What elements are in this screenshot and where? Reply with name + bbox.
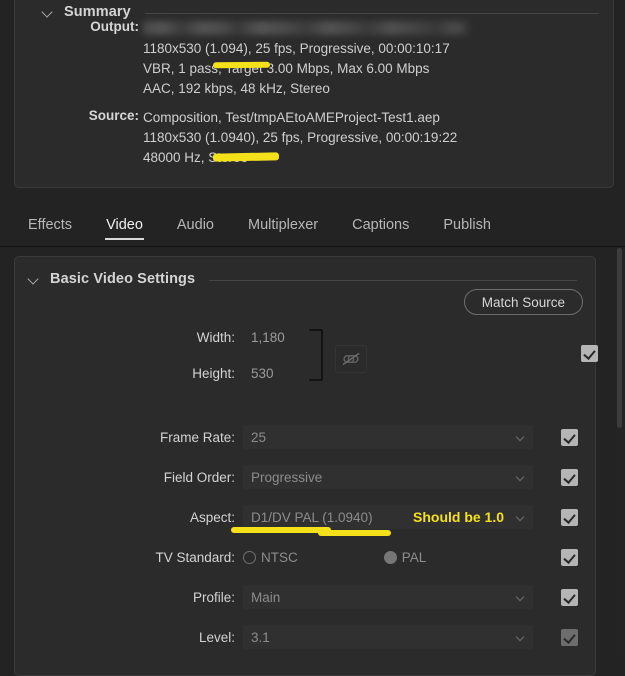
height-field[interactable]: 530 <box>243 361 282 385</box>
field-order-value: Progressive <box>251 469 323 485</box>
level-row: Level: 3.1 <box>15 617 597 657</box>
broken-chain-icon[interactable] <box>335 345 367 373</box>
summary-panel: Summary Output: 1180x530 (1.094), 25 fps… <box>14 0 614 188</box>
source-values: Composition, Test/tmpAEtoAMEProject-Test… <box>141 108 457 168</box>
profile-label: Profile: <box>192 589 235 605</box>
output-label: Output: <box>90 19 139 34</box>
tab-multiplexer-label: Multiplexer <box>247 217 319 233</box>
settings-tab-bar: Effects Video Audio Multiplexer Captions… <box>0 205 625 247</box>
field-order-checkbox[interactable] <box>561 468 578 486</box>
tv-standard-radio-group: NTSC PAL <box>243 550 533 565</box>
width-field[interactable]: 1,180 <box>243 325 293 349</box>
height-row: Height: 530 <box>15 355 597 391</box>
video-settings-form: Frame Rate: 25 Field Order: Progressive … <box>15 417 597 657</box>
radio-unselected-icon[interactable] <box>243 550 256 564</box>
tv-standard-option-ntsc[interactable]: NTSC <box>243 550 298 565</box>
chevron-down-icon[interactable] <box>517 434 525 442</box>
aspect-value: D1/DV PAL (1.0940) <box>251 509 373 525</box>
width-value: 1,180 <box>251 329 285 345</box>
aspect-label: Aspect: <box>189 509 235 525</box>
header-divider <box>144 12 599 14</box>
output-line-3: AAC, 192 kbps, 48 kHz, Stereo <box>143 81 330 96</box>
summary-content: Output: 1180x530 (1.094), 25 fps, Progre… <box>43 19 603 168</box>
tab-video[interactable]: Video <box>89 205 160 247</box>
tab-publish[interactable]: Publish <box>426 205 508 247</box>
width-height-checkbox-wrapper <box>581 345 598 362</box>
header-divider <box>209 279 577 281</box>
basic-video-title: Basic Video Settings <box>50 271 196 287</box>
aspect-select[interactable]: D1/DV PAL (1.0940) Should be 1.0 <box>243 505 533 529</box>
match-source-label: Match Source <box>481 294 565 310</box>
tv-standard-row: TV Standard: NTSC PAL <box>15 537 597 577</box>
level-select[interactable]: 3.1 <box>243 625 533 649</box>
tab-publish-label: Publish <box>443 217 491 233</box>
frame-rate-checkbox[interactable] <box>561 428 578 446</box>
width-row: Width: 1,180 <box>15 319 597 355</box>
profile-row: Profile: Main <box>15 577 597 617</box>
level-label: Level: <box>198 629 235 645</box>
profile-checkbox[interactable] <box>561 588 578 606</box>
aspect-row: Aspect: D1/DV PAL (1.0940) Should be 1.0 <box>15 497 597 537</box>
tab-effects-label: Effects <box>28 217 73 233</box>
chevron-down-icon[interactable] <box>517 634 525 642</box>
height-value: 530 <box>251 365 274 381</box>
width-label: Width: <box>196 329 235 345</box>
tab-video-label: Video <box>106 217 143 233</box>
level-checkbox[interactable] <box>561 628 578 646</box>
source-line-1: Composition, Test/tmpAEtoAMEProject-Test… <box>143 110 440 125</box>
frame-rate-label: Frame Rate: <box>159 429 235 445</box>
width-height-group: Width: 1,180 Height: 530 <box>15 319 598 399</box>
frame-rate-select[interactable]: 25 <box>243 425 533 449</box>
match-source-button[interactable]: Match Source <box>463 289 583 315</box>
frame-rate-row: Frame Rate: 25 <box>15 417 597 457</box>
field-order-select[interactable]: Progressive <box>243 465 533 489</box>
redacted-path-blur <box>143 21 469 35</box>
summary-title: Summary <box>64 4 131 20</box>
output-line-2: VBR, 1 pass, Target 3.00 Mbps, Max 6.00 … <box>143 61 430 76</box>
profile-select[interactable]: Main <box>243 585 533 609</box>
tv-standard-pal-label: PAL <box>401 549 427 565</box>
summary-section-header[interactable]: Summary <box>43 4 599 20</box>
tab-audio-label: Audio <box>176 217 214 233</box>
dimension-link-bracket <box>309 329 323 381</box>
tab-audio[interactable]: Audio <box>160 205 231 247</box>
tab-captions[interactable]: Captions <box>335 205 426 247</box>
chevron-down-icon[interactable] <box>517 594 525 602</box>
profile-value: Main <box>251 589 281 605</box>
scrollbar-thumb[interactable] <box>617 248 622 428</box>
width-height-checkbox[interactable] <box>581 345 598 362</box>
chevron-down-icon[interactable] <box>517 474 525 482</box>
aspect-checkbox[interactable] <box>561 508 578 526</box>
field-order-label: Field Order: <box>163 469 235 485</box>
summary-source-row: Source: Composition, Test/tmpAEtoAMEProj… <box>43 108 603 168</box>
basic-video-settings-panel: Basic Video Settings Match Source Width:… <box>14 256 598 676</box>
summary-output-row: Output: 1180x530 (1.094), 25 fps, Progre… <box>43 19 603 99</box>
aspect-annotation: Should be 1.0 <box>413 509 505 525</box>
frame-rate-value: 25 <box>251 429 267 445</box>
level-value: 3.1 <box>251 629 270 645</box>
chevron-down-icon[interactable] <box>43 7 54 18</box>
tv-standard-checkbox[interactable] <box>561 548 578 566</box>
chevron-down-icon[interactable] <box>517 514 525 522</box>
tv-standard-label: TV Standard: <box>155 549 235 565</box>
output-line-1: 1180x530 (1.094), 25 fps, Progressive, 0… <box>143 41 450 56</box>
output-values: 1180x530 (1.094), 25 fps, Progressive, 0… <box>141 19 469 99</box>
field-order-row: Field Order: Progressive <box>15 457 597 497</box>
output-path-redacted <box>143 19 469 39</box>
tab-effects[interactable]: Effects <box>11 205 89 247</box>
tv-standard-ntsc-label: NTSC <box>261 549 298 565</box>
height-label: Height: <box>192 365 235 381</box>
tv-standard-option-pal[interactable]: PAL <box>383 549 427 565</box>
panel-scrollbar[interactable] <box>616 248 623 654</box>
source-line-2: 1180x530 (1.0940), 25 fps, Progressive, … <box>143 130 458 145</box>
source-label: Source: <box>88 108 139 123</box>
basic-video-section-header[interactable]: Basic Video Settings <box>29 271 577 287</box>
radio-selected-icon[interactable] <box>383 550 397 564</box>
chevron-down-icon[interactable] <box>29 274 40 285</box>
source-line-3: 48000 Hz, Stereo <box>143 150 249 165</box>
tab-captions-label: Captions <box>352 217 410 233</box>
tab-multiplexer[interactable]: Multiplexer <box>231 205 335 247</box>
